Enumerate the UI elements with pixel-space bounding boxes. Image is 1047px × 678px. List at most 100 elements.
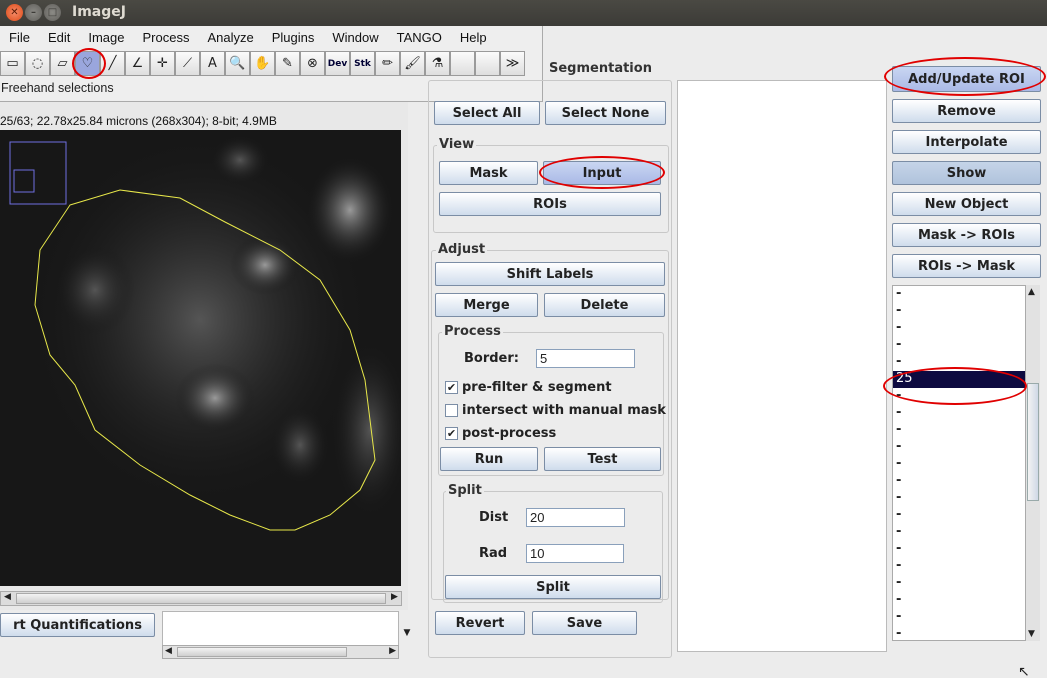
shift-labels-button[interactable]: Shift Labels — [435, 262, 665, 286]
delete-button[interactable]: Delete — [544, 293, 665, 317]
roi-list-item[interactable]: - — [893, 473, 1039, 490]
menu-analyze[interactable]: Analyze — [198, 28, 262, 48]
roi-list-item[interactable]: - — [893, 456, 1039, 473]
roi-list-item[interactable]: - — [893, 575, 1039, 592]
more-tools-icon[interactable]: ≫ — [500, 51, 525, 76]
roi-list[interactable]: - - - - -25- - - - - - - - - - - - - - - — [892, 285, 1040, 641]
roi-list-item[interactable]: - — [893, 541, 1039, 558]
new-object-button[interactable]: New Object — [892, 192, 1041, 216]
blank-tool-1[interactable] — [450, 51, 475, 76]
dev-tool-icon[interactable]: Dev — [325, 51, 350, 76]
menu-tango[interactable]: TANGO — [388, 28, 451, 48]
brush-tool-icon[interactable]: 🖌 — [400, 51, 425, 76]
scroll-thumb[interactable] — [177, 647, 347, 657]
quantifications-button[interactable]: rt Quantifications — [0, 613, 155, 637]
remove-button[interactable]: Remove — [892, 99, 1041, 123]
roi-list-item[interactable]: - — [893, 388, 1039, 405]
log-text-area[interactable] — [162, 611, 399, 647]
rois-to-mask-button[interactable]: ROIs -> Mask — [892, 254, 1041, 278]
dist-field[interactable]: 20 — [526, 508, 625, 527]
image-horizontal-scrollbar[interactable]: ◀ ▶ — [0, 591, 402, 606]
point-tool-icon[interactable]: ✛ — [150, 51, 175, 76]
select-all-button[interactable]: Select All — [434, 101, 540, 125]
image-canvas[interactable] — [0, 130, 401, 586]
scroll-thumb[interactable] — [1027, 383, 1039, 501]
blank-tool-2[interactable] — [475, 51, 500, 76]
angle-tool-icon[interactable]: ∠ — [125, 51, 150, 76]
log-horizontal-scrollbar[interactable]: ◀ ▶ — [162, 645, 399, 659]
intersect-checkbox[interactable]: intersect with manual mask — [445, 403, 666, 418]
hand-tool-icon[interactable]: ✋ — [250, 51, 275, 76]
scroll-thumb[interactable] — [16, 593, 386, 604]
flood-fill-tool-icon[interactable]: ⚗ — [425, 51, 450, 76]
run-button[interactable]: Run — [440, 447, 538, 471]
test-button[interactable]: Test — [544, 447, 661, 471]
polygon-tool-icon[interactable]: ▱ — [50, 51, 75, 76]
show-button[interactable]: Show — [892, 161, 1041, 185]
interpolate-button[interactable]: Interpolate — [892, 130, 1041, 154]
mask-to-rois-button[interactable]: Mask -> ROIs — [892, 223, 1041, 247]
mask-button[interactable]: Mask — [439, 161, 538, 185]
close-window-icon[interactable]: ✕ — [6, 4, 23, 21]
add-update-roi-button[interactable]: Add/Update ROI — [892, 66, 1041, 92]
wand-tool-icon[interactable]: ⟋ — [175, 51, 200, 76]
freehand-tool-icon[interactable]: ♡ — [75, 51, 100, 76]
dropper-tool-icon[interactable]: ✎ — [275, 51, 300, 76]
roi-list-item[interactable]: - — [893, 286, 1039, 303]
checkbox-icon[interactable]: ✔ — [445, 427, 458, 440]
scroll-left-icon[interactable]: ◀ — [165, 646, 172, 656]
menu-file[interactable]: File — [0, 28, 39, 48]
rad-field[interactable]: 10 — [526, 544, 624, 563]
scroll-down-icon[interactable]: ▼ — [400, 628, 414, 644]
pencil-tool-icon[interactable]: ✏ — [375, 51, 400, 76]
roi-list-item[interactable]: - — [893, 354, 1039, 371]
maximize-window-icon[interactable]: □ — [44, 4, 61, 21]
scroll-right-icon[interactable]: ▶ — [389, 646, 396, 656]
menu-image[interactable]: Image — [79, 28, 133, 48]
roi-list-item[interactable]: 25 — [893, 371, 1039, 388]
roi-list-scrollbar[interactable]: ▲ ▼ — [1025, 285, 1040, 641]
roi-list-item[interactable]: - — [893, 337, 1039, 354]
roi-list-item[interactable]: - — [893, 422, 1039, 439]
revert-button[interactable]: Revert — [435, 611, 525, 635]
rois-button[interactable]: ROIs — [439, 192, 661, 216]
scroll-left-icon[interactable]: ◀ — [1, 592, 14, 605]
scroll-down-icon[interactable]: ▼ — [1028, 629, 1035, 639]
stk-tool-icon[interactable]: Stk — [350, 51, 375, 76]
roi-list-item[interactable]: - — [893, 405, 1039, 422]
close-roi-icon[interactable]: ⊗ — [300, 51, 325, 76]
checkbox-icon[interactable]: ✔ — [445, 381, 458, 394]
pre-filter-checkbox[interactable]: ✔ pre-filter & segment — [445, 380, 612, 395]
minimize-window-icon[interactable]: – — [25, 4, 42, 21]
roi-list-item[interactable]: - — [893, 507, 1039, 524]
split-button[interactable]: Split — [445, 575, 661, 599]
menu-help[interactable]: Help — [451, 28, 496, 48]
roi-list-item[interactable]: - — [893, 439, 1039, 456]
checkbox-icon[interactable] — [445, 404, 458, 417]
roi-list-item[interactable]: - — [893, 592, 1039, 609]
menu-window[interactable]: Window — [323, 28, 387, 48]
merge-button[interactable]: Merge — [435, 293, 538, 317]
scroll-right-icon[interactable]: ▶ — [388, 592, 401, 605]
save-button[interactable]: Save — [532, 611, 637, 635]
oval-tool-icon[interactable]: ◌ — [25, 51, 50, 76]
roi-list-item[interactable]: - — [893, 626, 1039, 640]
rectangle-tool-icon[interactable]: ▭ — [0, 51, 25, 76]
roi-list-item[interactable]: - — [893, 558, 1039, 575]
roi-list-item[interactable]: - — [893, 320, 1039, 337]
roi-list-item[interactable]: - — [893, 609, 1039, 626]
border-field[interactable]: 5 — [536, 349, 635, 368]
roi-list-item[interactable]: - — [893, 490, 1039, 507]
text-tool-icon[interactable]: A — [200, 51, 225, 76]
magnifier-tool-icon[interactable]: 🔍 — [225, 51, 250, 76]
roi-list-item[interactable]: - — [893, 303, 1039, 320]
line-tool-icon[interactable]: ╱ — [100, 51, 125, 76]
menu-process[interactable]: Process — [134, 28, 199, 48]
post-process-checkbox[interactable]: ✔ post-process — [445, 426, 556, 441]
roi-list-item[interactable]: - — [893, 524, 1039, 541]
scroll-up-icon[interactable]: ▲ — [1028, 287, 1035, 297]
select-none-button[interactable]: Select None — [545, 101, 666, 125]
menu-plugins[interactable]: Plugins — [263, 28, 324, 48]
menu-edit[interactable]: Edit — [39, 28, 79, 48]
object-list-area[interactable] — [677, 80, 887, 652]
